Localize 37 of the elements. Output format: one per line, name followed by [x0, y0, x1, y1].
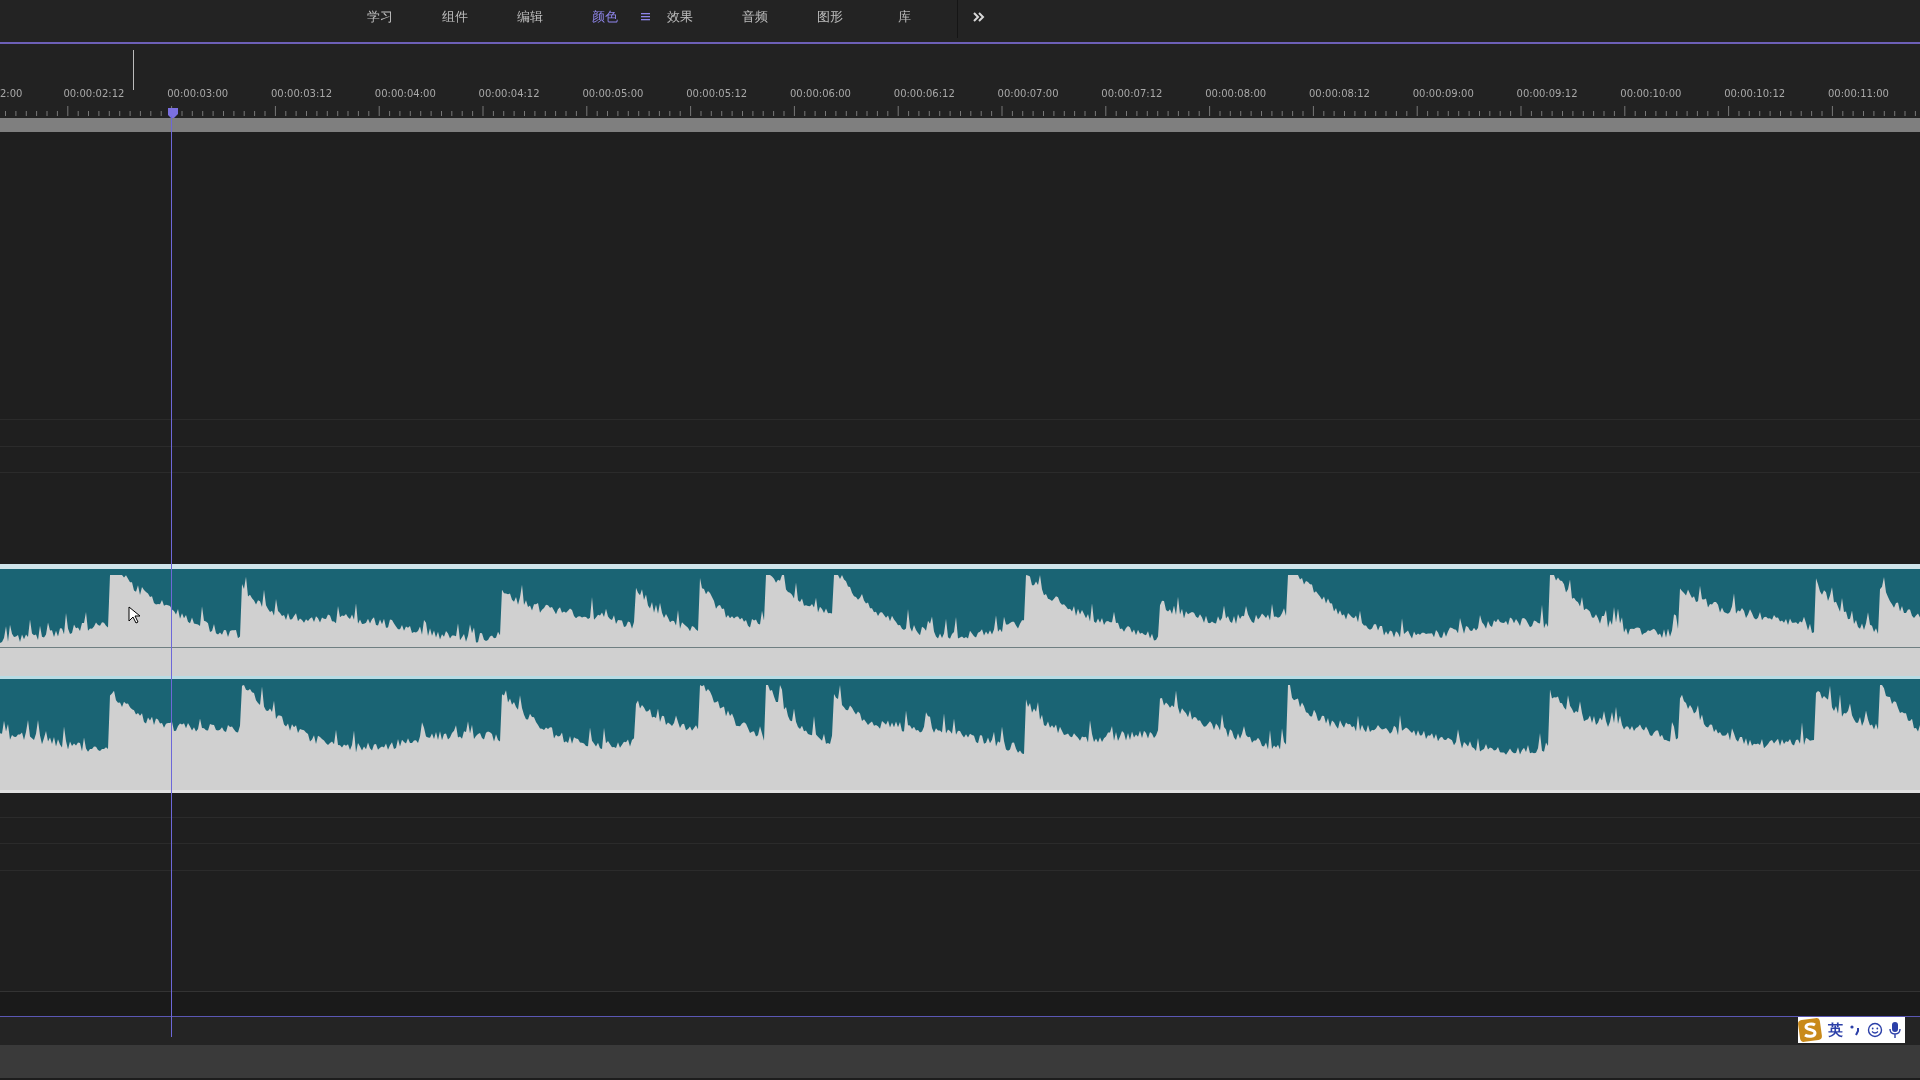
- timecode-label: 00:00:08:12: [1307, 88, 1371, 101]
- workspace-tab[interactable]: 编辑: [492, 2, 567, 32]
- language-indicator[interactable]: 英: [1828, 1020, 1843, 1040]
- microphone-icon[interactable]: [1889, 1021, 1901, 1039]
- timecode-label: 00:00:04:12: [477, 88, 541, 101]
- workspace-tab[interactable]: 学习: [342, 2, 417, 32]
- overflow-chevron-icon[interactable]: [973, 12, 985, 22]
- punctuation-icon[interactable]: [1849, 1023, 1861, 1037]
- audio-waveform[interactable]: [0, 564, 1920, 793]
- smiley-icon[interactable]: [1867, 1022, 1883, 1038]
- timecode-label: 00:00:07:12: [1100, 88, 1164, 101]
- workspace-tab[interactable]: 组件: [417, 2, 492, 32]
- timecode-label: 00:00:06:12: [892, 88, 956, 101]
- timecode-label: 00:00:07:00: [996, 88, 1060, 101]
- workspace-tab[interactable]: 颜色: [567, 2, 642, 32]
- timecode-label: 00:00:09:00: [1411, 88, 1475, 101]
- timecode-label: 00:00:10:00: [1619, 88, 1683, 101]
- timecode-label: 00:00:10:12: [1723, 88, 1787, 101]
- timecode-label: 00:00:06:00: [788, 88, 852, 101]
- timecode-label: 00:00:05:12: [685, 88, 749, 101]
- workspace-tab[interactable]: 图形: [792, 2, 867, 32]
- workspace-tab[interactable]: 效果: [642, 2, 717, 32]
- mouse-cursor-icon: [128, 606, 140, 624]
- timecode-label: 00:00:02:12: [62, 88, 126, 101]
- timecode-label: 00:00:04:00: [373, 88, 437, 101]
- timecode-label: 00:00:08:00: [1204, 88, 1268, 101]
- timecode-label: 2:00: [0, 88, 24, 101]
- timecode-label: 00:00:03:12: [270, 88, 333, 101]
- timecode-label: 00:00:03:00: [166, 88, 230, 101]
- workspace-tab[interactable]: 库: [867, 2, 942, 32]
- timecode-label: 00:00:11:00: [1826, 88, 1890, 101]
- playhead[interactable]: [168, 108, 180, 1038]
- menu-icon[interactable]: [641, 12, 650, 21]
- timecode-label: 00:00:09:12: [1515, 88, 1579, 101]
- workspace-tab[interactable]: 音频: [717, 2, 792, 32]
- input-method-logo[interactable]: [1798, 1018, 1822, 1042]
- timecode-label: 00:00:05:00: [581, 88, 645, 101]
